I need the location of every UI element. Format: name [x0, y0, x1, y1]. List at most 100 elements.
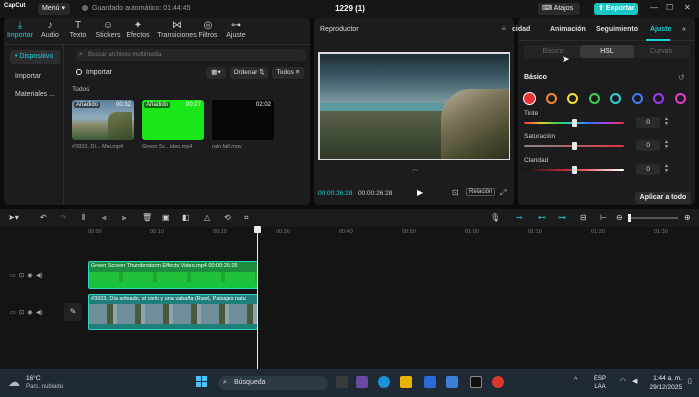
edit-cover-icon[interactable]: ✎ [64, 303, 82, 321]
volume-icon[interactable]: ◀ [632, 377, 637, 385]
collapse-icon[interactable]: « [682, 26, 686, 33]
reverse-icon[interactable]: ◧ [182, 213, 190, 222]
clock-time[interactable]: 1:44 a. m. [648, 375, 682, 382]
freeze-icon[interactable]: ▣ [162, 213, 170, 222]
stepper-icon[interactable]: ▲ ▼ [664, 117, 669, 127]
microphone-icon[interactable]: 🎙 [490, 213, 500, 222]
saturation-slider-thumb[interactable] [572, 142, 577, 150]
tab-text[interactable]: T Texto [62, 20, 94, 39]
lock-icon[interactable]: ⊡ [17, 310, 24, 316]
fit-frame-icon[interactable]: ⊡ [452, 188, 459, 197]
close-icon[interactable]: ✕ [684, 3, 691, 12]
store-icon[interactable] [424, 376, 436, 388]
chrome-icon[interactable] [492, 376, 504, 388]
video-clip-landscape[interactable]: #3933, Día soleado, el cielo y una vabañ… [88, 294, 258, 330]
maximize-icon[interactable]: ☐ [666, 3, 673, 12]
link-icon[interactable]: ⊷ [538, 213, 546, 222]
audio-icon[interactable]: ◀) [34, 310, 43, 316]
aspect-ratio-button[interactable]: Relación [466, 188, 496, 196]
sort-button[interactable]: Ordenar ⇅ [230, 67, 268, 79]
menu-icon[interactable]: ≡ [501, 24, 506, 33]
clock-date[interactable]: 29/12/2025 [640, 384, 682, 391]
taskbar-search[interactable]: ⌕ Búsqueda [218, 376, 328, 390]
magnet-icon[interactable]: ⊸ [516, 213, 523, 222]
task-view-icon[interactable] [336, 376, 348, 388]
lightness-value[interactable]: 0 [636, 164, 660, 175]
reset-icon[interactable]: ↺ [678, 73, 685, 82]
stepper-icon[interactable]: ▲ ▼ [664, 140, 669, 150]
split-left-icon[interactable]: ⫷ [102, 213, 107, 223]
hsl-color-swatch[interactable] [674, 93, 686, 104]
hsl-color-swatch[interactable] [631, 93, 643, 104]
windows-start-icon[interactable] [196, 376, 208, 388]
timeline-ruler[interactable]: 00:00 00:10 00:20 00:30 00:40 00:50 01:0… [60, 227, 699, 239]
wifi-icon[interactable]: ◠ [620, 377, 626, 385]
sidebar-item-import[interactable]: Importar [10, 70, 60, 84]
stepper-icon[interactable]: ▲ ▼ [664, 164, 669, 174]
hsl-color-swatch[interactable] [567, 93, 578, 104]
zoom-in-icon[interactable]: ⊕ [684, 213, 691, 222]
lock-icon[interactable]: ⊡ [17, 273, 24, 279]
tab-stickers[interactable]: ☺ Stickers [92, 20, 124, 39]
file-explorer-icon[interactable] [400, 376, 412, 388]
edge-icon[interactable] [378, 376, 390, 388]
zoom-slider[interactable] [628, 217, 678, 219]
media-item[interactable]: Añadido 00:32 [72, 100, 134, 140]
weather-description[interactable]: Parc. nublado [26, 384, 63, 390]
tab-animation[interactable]: Animación [550, 26, 586, 33]
teams-icon[interactable] [356, 376, 368, 388]
apply-all-button[interactable]: Aplicar a todo [635, 192, 691, 204]
lightness-slider-thumb[interactable] [572, 166, 577, 174]
zoom-fit-icon[interactable]: ⊢ [600, 213, 607, 222]
hsl-color-swatch[interactable] [610, 93, 621, 104]
visibility-icon[interactable]: ◉ [26, 310, 32, 316]
filter-button[interactable]: Todos ≡ [272, 67, 304, 79]
split-icon[interactable]: ⫴ [82, 213, 85, 223]
undo-icon[interactable]: ↶ [40, 213, 47, 222]
capcut-taskbar-icon[interactable] [470, 376, 482, 388]
shortcuts-button[interactable]: ⌨ Atajos [538, 3, 580, 15]
tab-adjust[interactable]: ⊶ Ajuste [220, 20, 252, 39]
playhead-handle[interactable] [254, 226, 261, 233]
hsl-color-swatch[interactable] [524, 93, 535, 104]
tab-partial[interactable]: cidad [512, 26, 530, 33]
hsl-color-swatch[interactable] [588, 93, 600, 104]
video-preview[interactable] [318, 52, 510, 160]
tray-expand-icon[interactable]: ^ [574, 377, 577, 384]
rotate-icon[interactable]: ⟲ [224, 213, 231, 222]
preview-axis-icon[interactable]: ⊟ [580, 213, 587, 222]
redo-icon[interactable]: ↷ [60, 213, 67, 222]
language-indicator[interactable]: ESP LAA [594, 375, 606, 391]
menu-button[interactable]: Menú ▾ [38, 3, 70, 15]
notification-icon[interactable]: ▯ [688, 377, 692, 385]
tab-adjust-inspector[interactable]: Ajuste [650, 26, 671, 33]
sidebar-item-materials[interactable]: Materiales ... [10, 88, 60, 102]
segment-curves[interactable]: Curvas [634, 45, 688, 58]
drag-handle-icon[interactable]: ⌒ [412, 168, 418, 177]
hue-slider-thumb[interactable] [572, 119, 577, 127]
select-tool-icon[interactable]: ➤▾ [8, 213, 19, 222]
import-button[interactable]: Importar [76, 69, 112, 76]
video-clip-greenscreen[interactable]: Green Screen Thunderstorm Effects Video.… [88, 261, 258, 289]
segment-basic[interactable]: Básico [526, 45, 580, 58]
playhead[interactable] [257, 227, 258, 369]
tab-import[interactable]: ⤓ Importar [4, 20, 36, 39]
hue-value[interactable]: 0 [636, 117, 660, 128]
track-type-icon[interactable]: ▭ [10, 310, 16, 316]
split-right-icon[interactable]: ⫸ [122, 213, 127, 223]
zoom-slider-thumb[interactable] [628, 214, 631, 222]
saturation-value[interactable]: 0 [636, 140, 660, 151]
mail-icon[interactable] [446, 376, 458, 388]
mirror-icon[interactable]: △ [204, 213, 210, 222]
crop-icon[interactable]: ⌗ [244, 213, 249, 223]
media-item[interactable]: 02:02 [212, 100, 274, 140]
cloud-icon[interactable]: ☁ [8, 375, 20, 389]
track-type-icon[interactable]: ▭ [10, 273, 16, 279]
segment-hsl[interactable]: HSL [580, 45, 634, 58]
weather-temperature[interactable]: 16°C [26, 375, 41, 382]
delete-icon[interactable]: 🗑 [142, 213, 152, 222]
minimize-icon[interactable]: — [650, 3, 658, 12]
sidebar-item-device[interactable]: • Dispositivo [10, 50, 60, 64]
view-grid-button[interactable]: ▦▾ [206, 67, 226, 79]
audio-icon[interactable]: ◀) [34, 273, 43, 279]
